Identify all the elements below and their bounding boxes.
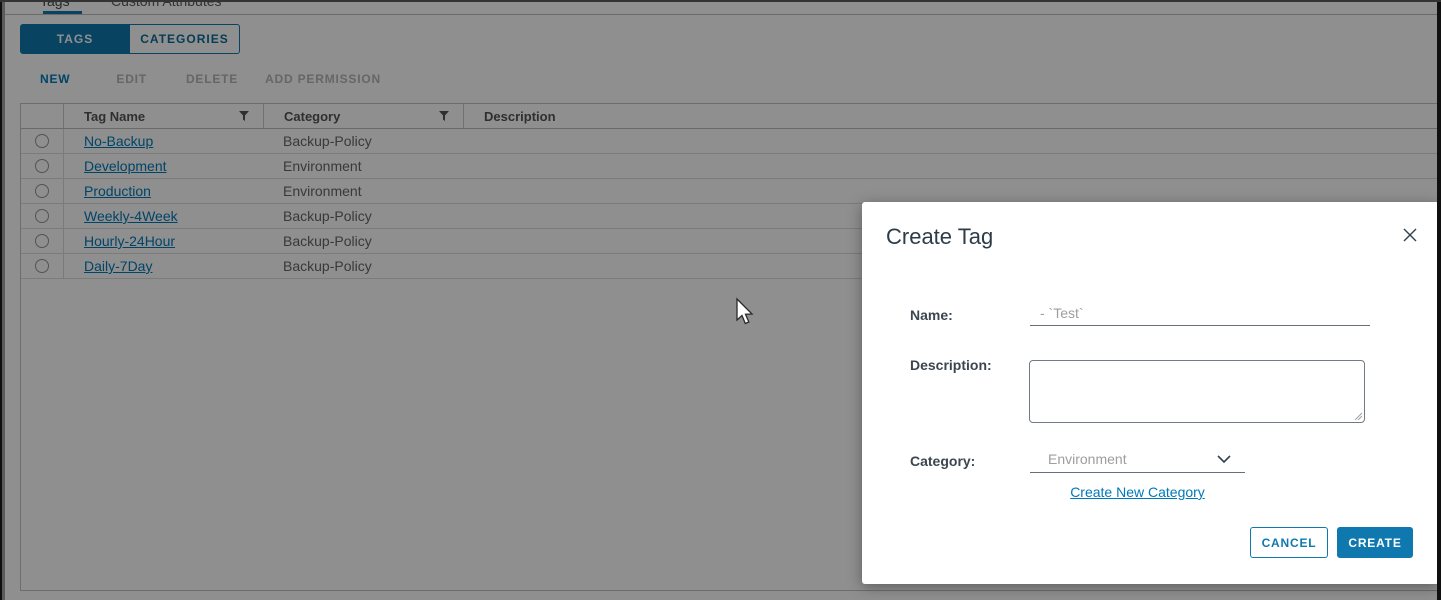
name-label: Name: (910, 307, 953, 323)
close-icon[interactable] (1401, 226, 1419, 244)
category-label: Category: (910, 453, 975, 469)
window-edge-left-inner (2, 0, 5, 600)
window-edge-top (0, 0, 1441, 2)
create-tag-dialog: Create Tag Name: Description: Category: … (862, 202, 1439, 584)
category-selected-value: Environment (1030, 451, 1217, 467)
name-input[interactable] (1030, 300, 1370, 326)
window-edge-right (1437, 0, 1441, 600)
dialog-button-bar: CANCEL CREATE (1250, 527, 1413, 558)
description-label: Description: (910, 357, 992, 373)
create-button[interactable]: CREATE (1337, 527, 1413, 558)
chevron-down-icon (1217, 455, 1231, 463)
create-new-category-link[interactable]: Create New Category (1070, 484, 1205, 500)
dialog-title: Create Tag (886, 224, 993, 250)
description-textarea[interactable] (1029, 360, 1365, 423)
category-select[interactable]: Environment (1030, 446, 1245, 473)
cancel-button[interactable]: CANCEL (1250, 527, 1328, 558)
app-window: Tags Custom Attributes TAGS CATEGORIES N… (0, 0, 1441, 600)
